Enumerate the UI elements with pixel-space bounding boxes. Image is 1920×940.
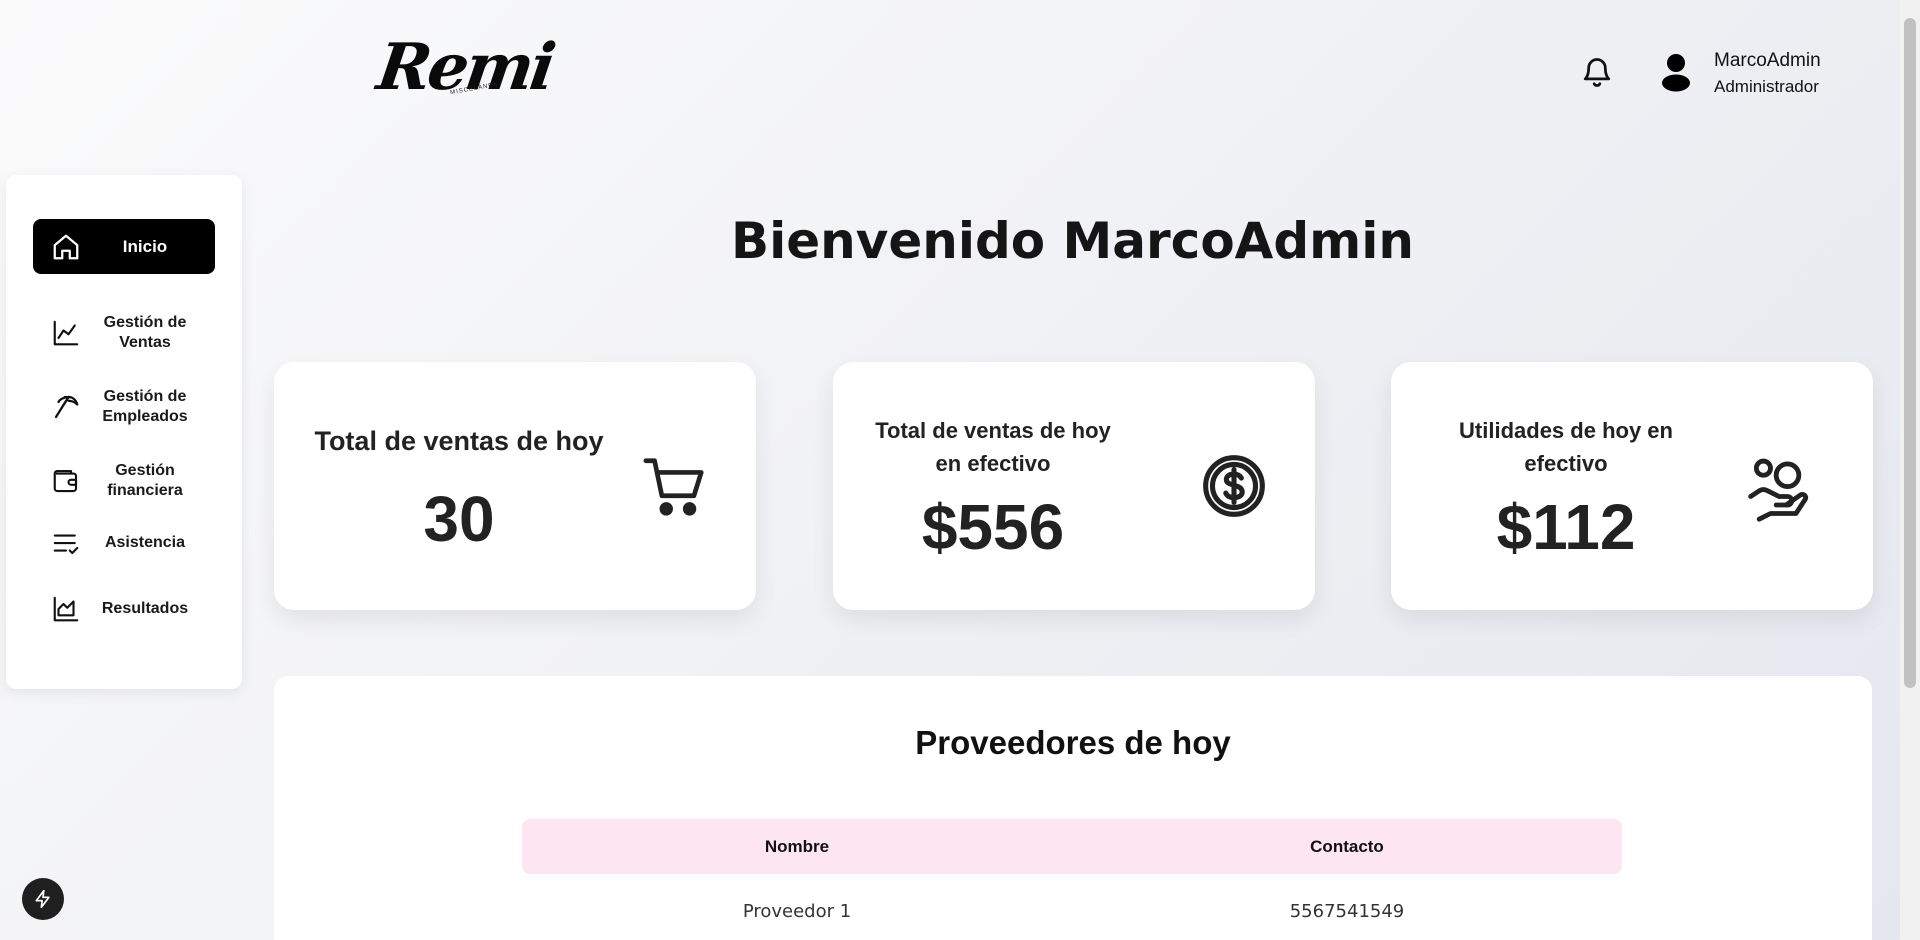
- sidebar-item-label: Gestión de Ventas: [103, 313, 187, 351]
- notifications-bell-icon[interactable]: [1580, 54, 1614, 90]
- user-role: Administrador: [1714, 77, 1819, 96]
- lightning-icon: [35, 889, 50, 909]
- cart-icon: [640, 452, 710, 527]
- dollar-circle-icon: [1200, 452, 1268, 525]
- card-value: 30: [423, 483, 495, 555]
- providers-title: Proveedores de hoy: [915, 724, 1231, 761]
- sidebar-item-resultados[interactable]: Resultados: [33, 581, 215, 636]
- card-title: Utilidades de hoy en efectivo: [1459, 418, 1673, 476]
- sidebar-item-gestion-financiera[interactable]: Gestión financiera: [33, 453, 215, 508]
- sidebar-item-label: Gestión de Empleados: [102, 387, 188, 425]
- sidebar-item-label: Asistencia: [104, 533, 186, 551]
- card-title: Total de ventas de hoy en efectivo: [875, 418, 1111, 476]
- stat-card-utilidades-efectivo: Utilidades de hoy en efectivo $112: [1391, 362, 1873, 610]
- pickaxe-icon: [49, 390, 83, 424]
- sidebar-item-gestion-ventas[interactable]: Gestión de Ventas: [33, 305, 215, 360]
- provider-contact: 5567541549: [1289, 900, 1405, 922]
- home-icon: [49, 230, 83, 264]
- sidebar-item-label: Inicio: [122, 236, 168, 256]
- quick-action-button[interactable]: [22, 878, 64, 920]
- scrollbar-thumb[interactable]: [1904, 18, 1916, 688]
- table-row: Proveedor 1 5567541549: [522, 891, 1622, 931]
- column-header-contacto: Contacto: [1310, 836, 1384, 856]
- list-check-icon: [49, 526, 83, 560]
- sidebar-item-gestion-empleados[interactable]: Gestión de Empleados: [33, 379, 215, 434]
- user-name: MarcoAdmin: [1714, 50, 1821, 71]
- sidebar-item-label: Gestión financiera: [107, 461, 183, 499]
- chart-line-icon: [49, 316, 83, 350]
- column-header-nombre: Nombre: [764, 836, 830, 856]
- page-title: Bienvenido MarcoAdmin: [730, 212, 1414, 270]
- logo[interactable]: Remi MISCELÁNEA: [373, 30, 557, 116]
- card-value: $112: [1496, 491, 1636, 563]
- stat-card-total-ventas: Total de ventas de hoy 30: [274, 362, 756, 610]
- sidebar: Inicio Gestión de Ventas Gestión de Empl…: [6, 175, 242, 689]
- card-value: $556: [921, 491, 1065, 563]
- sidebar-item-label: Resultados: [101, 599, 189, 617]
- table-header: Nombre Contacto: [522, 819, 1622, 874]
- sidebar-item-asistencia[interactable]: Asistencia: [33, 515, 215, 570]
- providers-panel: Proveedores de hoy Nombre Contacto Prove…: [274, 676, 1872, 940]
- card-title: Total de ventas de hoy: [314, 426, 604, 456]
- provider-name: Proveedor 1: [742, 900, 852, 922]
- user-avatar-icon[interactable]: [1660, 52, 1692, 92]
- hand-coins-icon: [1745, 454, 1813, 527]
- wallet-icon: [49, 464, 83, 498]
- stat-card-ventas-efectivo: Total de ventas de hoy en efectivo $556: [833, 362, 1315, 610]
- page-scrollbar[interactable]: [1900, 0, 1920, 940]
- area-chart-icon: [49, 592, 83, 626]
- sidebar-item-inicio[interactable]: Inicio: [33, 219, 215, 274]
